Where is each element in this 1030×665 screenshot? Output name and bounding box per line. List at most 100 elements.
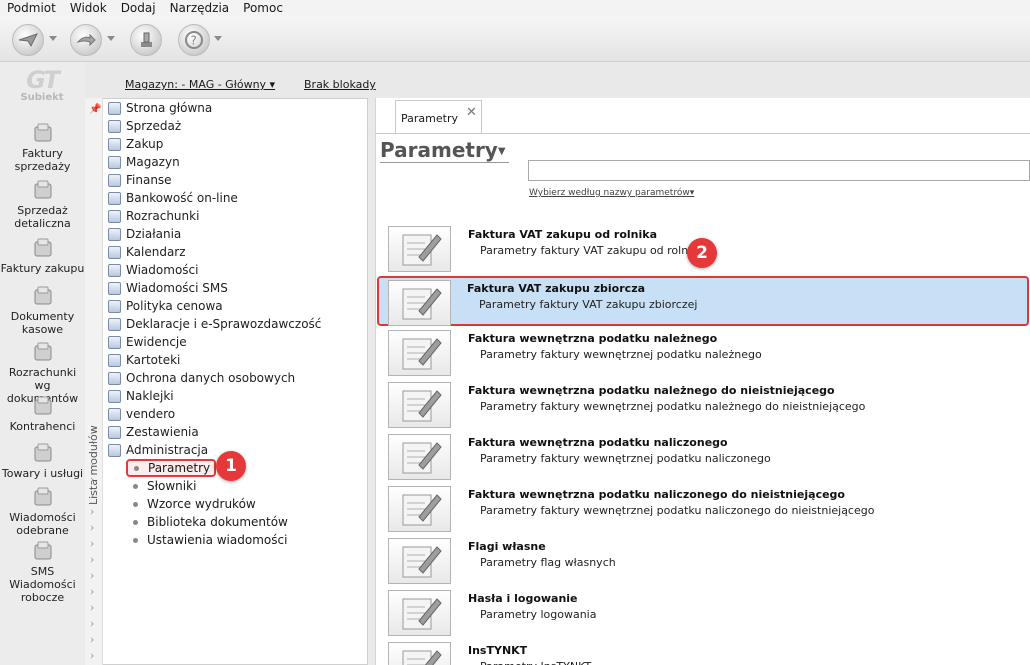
chevron-right-icon[interactable]: ›: [90, 505, 94, 518]
tree-item-label: Zakup: [126, 137, 164, 151]
menu-dodaj[interactable]: Dodaj: [114, 0, 163, 16]
nav-item-1[interactable]: Sprzedaż detaliczna: [0, 178, 85, 230]
module-icon: [108, 407, 121, 421]
tree-item-label: Finanse: [126, 173, 172, 187]
chevron-right-icon[interactable]: ›: [90, 633, 94, 646]
tree-item[interactable]: Ewidencje: [108, 333, 187, 351]
parameter-row[interactable]: Faktura VAT zakupu zbiorcza Parametry fak…: [377, 276, 1029, 326]
parameter-row[interactable]: Faktura wewnętrzna podatku należnego Para…: [380, 328, 1030, 378]
send-caret-icon[interactable]: [49, 36, 57, 41]
menu-narzedzia[interactable]: Narzędzia: [163, 0, 237, 16]
tree-item[interactable]: Magazyn: [108, 153, 180, 171]
tree-item[interactable]: Strona główna: [108, 99, 212, 117]
chevron-right-icon[interactable]: ›: [90, 617, 94, 630]
nav-item-label: Sprzedaż detaliczna: [14, 204, 71, 230]
pin-icon[interactable]: 📌: [89, 104, 101, 115]
tree-sub-item[interactable]: Słowniki: [133, 477, 196, 495]
tree-item[interactable]: Zakup: [108, 135, 163, 153]
tree-sub-item[interactable]: Wzorce wydruków: [133, 495, 256, 513]
parameter-description: Parametry faktury VAT zakupu zbiorczej: [479, 298, 698, 311]
tree-sub-item[interactable]: Ustawienia wiadomości: [133, 531, 287, 549]
tree-item[interactable]: Kalendarz: [108, 243, 186, 261]
document-edit-icon: [388, 486, 451, 532]
tree-item[interactable]: Działania: [108, 225, 181, 243]
tree-sub-item-label: Parametry: [148, 461, 211, 475]
chevron-right-icon[interactable]: ›: [90, 585, 94, 598]
chevron-right-icon[interactable]: ›: [90, 489, 94, 502]
tree-item[interactable]: Ochrona danych osobowych: [108, 369, 295, 387]
tree-item[interactable]: Wiadomości: [108, 261, 198, 279]
logo-mark: GT: [26, 66, 60, 94]
nav-item-0[interactable]: Faktury sprzedaży: [0, 121, 85, 173]
parameter-description: Parametry faktury VAT zakupu od rolnika: [480, 244, 705, 257]
nav-item-2[interactable]: Faktury zakupu: [0, 236, 85, 275]
send-button[interactable]: [12, 24, 44, 56]
svg-text:?: ?: [191, 34, 197, 48]
chevron-right-icon[interactable]: ›: [90, 569, 94, 582]
tree-item-label: Administracja: [126, 443, 209, 457]
tree-item[interactable]: Deklaracje i e-Sprawozdawczość: [108, 315, 321, 333]
send-icon: [18, 33, 38, 48]
nav-item-label: Dokumenty kasowe: [10, 310, 75, 336]
menu-widok[interactable]: Widok: [63, 0, 114, 16]
lock-status-link[interactable]: Brak blokady: [304, 78, 376, 91]
parameter-title: Faktura wewnętrzna podatku naliczonego d…: [468, 488, 845, 501]
tree-item[interactable]: Polityka cenowa: [108, 297, 223, 315]
tree-item[interactable]: Naklejki: [108, 387, 174, 405]
tree-item[interactable]: vendero: [108, 405, 175, 423]
menu-podmiot[interactable]: Podmiot: [0, 0, 63, 16]
parameter-row[interactable]: Faktura wewnętrzna podatku naliczonego d…: [380, 484, 1030, 534]
nav-item-8[interactable]: SMS Wiadomości robocze: [0, 539, 85, 604]
parameter-row[interactable]: Flagi własne Parametry flag własnych: [380, 536, 1030, 586]
help-caret-icon[interactable]: [214, 36, 222, 41]
parameter-row[interactable]: Hasła i logowanie Parametry logowania: [380, 588, 1030, 638]
forward-button[interactable]: [70, 24, 102, 56]
parameter-row[interactable]: Faktura wewnętrzna podatku należnego do …: [380, 380, 1030, 430]
tree-item[interactable]: Sprzedaż: [108, 117, 181, 135]
tree-item-label: Magazyn: [126, 155, 180, 169]
search-filter-link[interactable]: Wybierz według nazwy parametrów▾: [529, 188, 694, 198]
warehouse-selector[interactable]: Magazyn: - MAG - Główny ▾: [125, 78, 275, 91]
forward-caret-icon[interactable]: [107, 36, 115, 41]
document-edit-icon: [388, 226, 451, 272]
chevron-right-icon[interactable]: ›: [90, 553, 94, 566]
tree-item-label: vendero: [126, 407, 176, 421]
tab-parametry[interactable]: Parametry ✕: [395, 100, 482, 133]
module-icon: [108, 209, 121, 223]
nav-item-3[interactable]: Dokumenty kasowe: [0, 284, 85, 336]
tree-item[interactable]: Zestawienia: [108, 423, 199, 441]
step-badge-2: 2: [687, 238, 717, 268]
search-input[interactable]: [528, 160, 1030, 181]
nav-item-label: SMS Wiadomości robocze: [9, 565, 76, 604]
tree-item[interactable]: Wiadomości SMS: [108, 279, 228, 297]
tree-sub-item[interactable]: Biblioteka dokumentów: [133, 513, 288, 531]
parameter-description: Parametry InsTYNKT: [480, 660, 591, 665]
nav-item-6[interactable]: Towary i usługi: [0, 441, 85, 480]
chevron-right-icon[interactable]: ›: [90, 521, 94, 534]
chevron-right-icon[interactable]: ›: [90, 457, 94, 470]
help-icon: ?: [185, 31, 203, 49]
tree-item[interactable]: Bankowość on-line: [108, 189, 238, 207]
tree-item[interactable]: Finanse: [108, 171, 172, 189]
tree-item[interactable]: Kartoteki: [108, 351, 180, 369]
page-title[interactable]: Parametry▼: [380, 138, 509, 163]
tree-item[interactable]: Administracja: [108, 441, 208, 459]
nav-item-label: Wiadomości odebrane: [9, 511, 76, 537]
parameter-row[interactable]: Faktura wewnętrzna podatku naliczonego Pa…: [380, 432, 1030, 482]
chevron-right-icon[interactable]: ›: [90, 601, 94, 614]
tree-sub-item-parametry[interactable]: Parametry: [126, 459, 217, 477]
tree-item[interactable]: Rozrachunki: [108, 207, 199, 225]
close-icon[interactable]: ✕: [466, 105, 477, 120]
parameter-row[interactable]: InsTYNKT Parametry InsTYNKT: [380, 640, 1030, 665]
chevron-right-icon[interactable]: ›: [90, 649, 94, 662]
nav-item-7[interactable]: Wiadomości odebrane: [0, 485, 85, 537]
nav-item-5[interactable]: Kontrahenci: [0, 394, 85, 433]
tools-button[interactable]: [130, 24, 162, 56]
help-button[interactable]: ?: [178, 24, 210, 56]
settlement-icon: [34, 342, 51, 361]
tree-item-label: Polityka cenowa: [126, 299, 223, 313]
menu-pomoc[interactable]: Pomoc: [236, 0, 290, 16]
chevron-right-icon[interactable]: ›: [90, 537, 94, 550]
module-icon: [108, 155, 121, 169]
chevron-right-icon[interactable]: ›: [90, 473, 94, 486]
